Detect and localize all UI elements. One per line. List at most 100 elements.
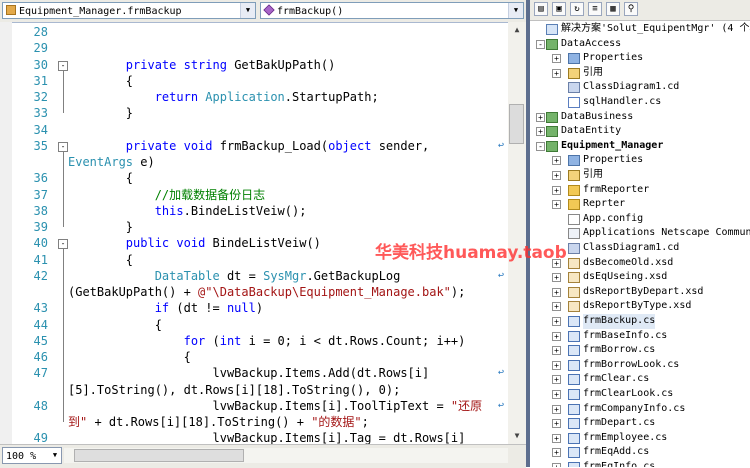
- fold-guide: [63, 249, 64, 422]
- view-designer-icon[interactable]: ▦: [606, 2, 620, 16]
- form-icon: [568, 389, 580, 400]
- hscroll-thumb[interactable]: [74, 449, 244, 462]
- code-area[interactable]: 28 29 30- private string GetBakUpPath() 31 …: [0, 22, 508, 444]
- code-token: );: [450, 285, 466, 299]
- code-line[interactable]: 47 lvwBackup.Items.Add(dt.Rows[i] ↩: [0, 365, 508, 381]
- vertical-scrollbar[interactable]: ▲ ▼: [508, 22, 526, 444]
- code-token: [5].ToString(), dt.Rows[i][18].ToString(…: [68, 382, 401, 397]
- expand-icon[interactable]: +: [552, 331, 561, 341]
- chevron-down-icon[interactable]: ▼: [508, 3, 523, 18]
- expand-icon[interactable]: +: [552, 171, 561, 180]
- code-token: 到": [68, 415, 88, 429]
- code-token: i = 0; i < dt.Rows.Count; i++): [241, 333, 466, 348]
- code-line[interactable]: EventArgs e): [0, 154, 508, 170]
- props-icon: [568, 53, 580, 65]
- chevron-down-icon[interactable]: ▼: [240, 3, 255, 18]
- code-line[interactable]: 39 }: [0, 219, 508, 235]
- code-line[interactable]: 49 lvwBackup.Items[i].Tag = dt.Rows[i]: [0, 430, 508, 444]
- line-number: 34: [33, 122, 48, 137]
- code-line[interactable]: 45 for (int i = 0; i < dt.Rows.Count; i+…: [0, 333, 508, 349]
- code-line[interactable]: 31 {: [0, 73, 508, 89]
- expand-icon[interactable]: +: [552, 360, 561, 370]
- expand-icon[interactable]: +: [552, 390, 561, 399]
- expand-icon[interactable]: +: [536, 112, 545, 122]
- code-token: + dt.Rows[i][18].ToString() +: [87, 415, 312, 429]
- scroll-thumb[interactable]: [509, 104, 524, 144]
- code-text: this.BindeListVeiw();: [68, 203, 307, 219]
- expand-icon[interactable]: +: [552, 68, 561, 78]
- expand-icon[interactable]: +: [552, 302, 561, 312]
- expand-icon[interactable]: +: [552, 273, 561, 283]
- class-combo[interactable]: Equipment_Manager.frmBackup ▼: [2, 2, 256, 19]
- collapse-icon[interactable]: -: [536, 39, 545, 49]
- expand-icon[interactable]: +: [552, 419, 561, 429]
- code-line[interactable]: 37 //加载数据备份日志: [0, 187, 508, 203]
- code-editor[interactable]: Equipment_Manager.frmBackup ▼ frmBackup(…: [0, 0, 526, 468]
- code-line[interactable]: 38 this.BindeListVeiw();: [0, 203, 508, 219]
- code-line[interactable]: (GetBakUpPath() + @"\DataBackup\Equipmen…: [0, 284, 508, 300]
- tree-item-label: Equipment_Manager: [561, 139, 664, 151]
- code-line[interactable]: 46 {: [0, 349, 508, 365]
- expand-icon[interactable]: +: [536, 127, 545, 137]
- expand-icon[interactable]: +: [552, 448, 561, 458]
- expand-icon[interactable]: +: [552, 346, 561, 356]
- code-token: {: [68, 317, 162, 332]
- code-line[interactable]: 34: [0, 122, 508, 138]
- collapse-icon[interactable]: -: [58, 141, 68, 152]
- code-line[interactable]: 35- private void frmBackup_Load(object s…: [0, 138, 508, 154]
- code-line[interactable]: 42 DataTable dt = SysMgr.GetBackupLog ↩: [0, 268, 508, 284]
- code-line[interactable]: 32 return Application.StartupPath;: [0, 89, 508, 105]
- expand-icon[interactable]: +: [552, 404, 561, 414]
- line-number: 29: [33, 41, 48, 56]
- properties-icon[interactable]: ▤: [534, 2, 548, 16]
- project-icon: [546, 126, 558, 138]
- expand-icon[interactable]: +: [552, 433, 561, 443]
- code-token: Application: [205, 90, 285, 104]
- code-token: }: [68, 106, 134, 121]
- show-all-files-icon[interactable]: ▣: [552, 2, 566, 16]
- code-line[interactable]: 44 {: [0, 317, 508, 333]
- expand-icon[interactable]: +: [552, 375, 561, 385]
- expand-icon[interactable]: +: [552, 463, 561, 467]
- code-token: null: [226, 301, 256, 316]
- code-token: .StartupPath;: [284, 90, 379, 104]
- member-combo[interactable]: frmBackup() ▼: [260, 2, 524, 19]
- expand-icon[interactable]: +: [552, 156, 561, 166]
- refresh-icon[interactable]: ↻: [570, 2, 584, 16]
- code-line[interactable]: 28: [0, 24, 508, 40]
- expand-icon[interactable]: +: [552, 54, 561, 64]
- form-icon: [568, 345, 580, 357]
- horizontal-scrollbar[interactable]: [64, 448, 508, 463]
- code-token: void: [176, 236, 206, 251]
- expand-icon[interactable]: +: [552, 200, 561, 210]
- view-code-icon[interactable]: ≡: [588, 2, 602, 16]
- expand-icon[interactable]: +: [552, 185, 561, 195]
- code-line[interactable]: 29: [0, 40, 508, 56]
- code-line[interactable]: 到" + dt.Rows[i][18].ToString() + "的数据";: [0, 414, 508, 430]
- code-line[interactable]: 36 {: [0, 170, 508, 186]
- scroll-down-icon[interactable]: ▼: [508, 428, 526, 444]
- line-number: 30: [33, 57, 48, 72]
- line-number: 37: [33, 187, 48, 202]
- expand-icon[interactable]: +: [552, 287, 561, 297]
- code-line[interactable]: 30- private string GetBakUpPath(): [0, 57, 508, 73]
- code-line[interactable]: [5].ToString(), dt.Rows[i][18].ToString(…: [0, 382, 508, 398]
- navigation-bar: Equipment_Manager.frmBackup ▼ frmBackup(…: [0, 0, 526, 23]
- expand-icon[interactable]: +: [552, 317, 561, 326]
- code-token: (: [205, 333, 220, 348]
- class-diagram-icon[interactable]: ⚲: [624, 2, 638, 16]
- chevron-down-icon[interactable]: ▼: [49, 448, 61, 463]
- collapse-icon[interactable]: -: [58, 239, 68, 250]
- zoom-combo[interactable]: 100 % ▼: [2, 447, 62, 464]
- code-line[interactable]: 48 lvwBackup.Items[i].ToolTipText = "还原 ↩: [0, 398, 508, 414]
- code-line[interactable]: 43 if (dt != null): [0, 300, 508, 316]
- code-line[interactable]: 33 }: [0, 105, 508, 121]
- code-text: 到" + dt.Rows[i][18].ToString() + "的数据";: [68, 414, 369, 430]
- collapse-icon[interactable]: -: [536, 141, 545, 151]
- scroll-up-icon[interactable]: ▲: [508, 22, 526, 38]
- collapse-icon[interactable]: -: [58, 60, 68, 71]
- form-icon: [568, 418, 580, 430]
